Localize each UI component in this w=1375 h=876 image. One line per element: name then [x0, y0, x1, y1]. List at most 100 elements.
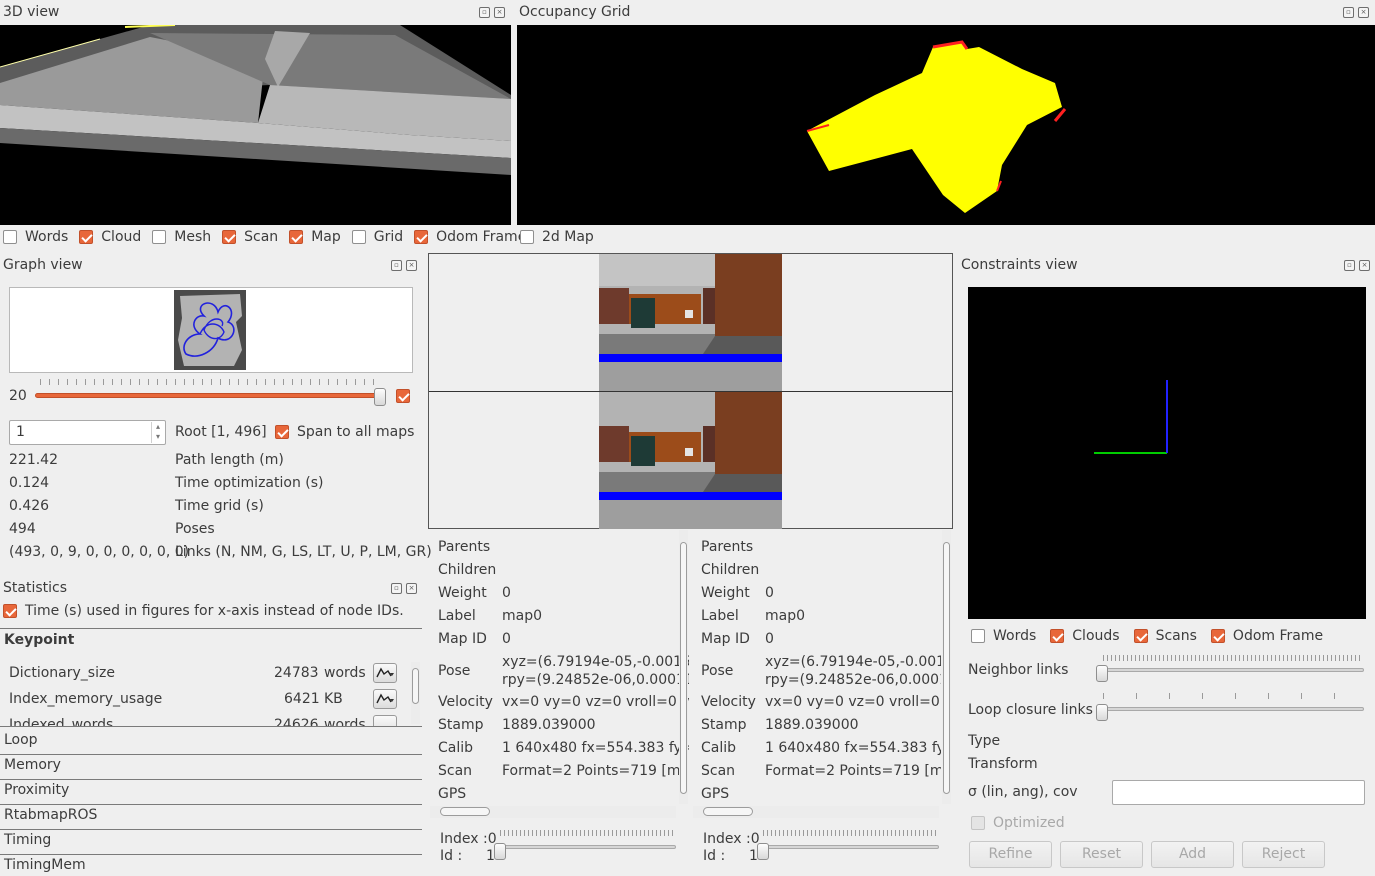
close-icon[interactable]: × [1358, 7, 1369, 18]
refine-button[interactable]: Refine [969, 841, 1052, 868]
occupancy-map [806, 40, 1067, 213]
float-icon[interactable]: ▫ [479, 7, 490, 18]
map-checkbox[interactable] [289, 230, 304, 244]
time-axis-checkbox[interactable] [3, 604, 17, 618]
index-slider-left-handle[interactable] [494, 843, 506, 860]
section-timing[interactable]: Timing [0, 830, 422, 855]
reject-button[interactable]: Reject [1242, 841, 1325, 868]
float-icon[interactable]: ▫ [391, 260, 402, 271]
graph-slider-handle[interactable] [374, 388, 386, 406]
c-scans-checkbox[interactable] [1133, 629, 1148, 643]
scan-checkbox[interactable] [222, 230, 237, 244]
node-info-right: Parents Children Weight 0 Label map0 Map… [693, 530, 941, 820]
plot-icon [376, 693, 394, 704]
section-loop[interactable]: Loop [0, 730, 422, 755]
cloud-checkbox[interactable] [79, 230, 94, 244]
field-value: rpy=(9.24852e-06,0.00011 [502, 672, 689, 688]
loop-closure-slider[interactable] [1097, 707, 1364, 711]
plot-button[interactable] [373, 715, 397, 726]
scrollbar-thumb[interactable] [440, 807, 490, 816]
constraints-render [1094, 380, 1168, 454]
occupancy-canvas[interactable] [517, 25, 1375, 225]
loop-closure-label: Loop closure links [968, 702, 1093, 718]
reset-button[interactable]: Reset [1060, 841, 1143, 868]
stat-name: Indexed_words [9, 717, 114, 726]
section-timingmem[interactable]: TimingMem [0, 855, 422, 876]
c-clouds-checkbox[interactable] [1050, 629, 1065, 643]
sigma-field[interactable] [1112, 780, 1365, 805]
scrollbar-thumb[interactable] [680, 542, 687, 794]
graph-slider-track[interactable] [35, 393, 385, 398]
sigma-label: σ (lin, ang), cov [968, 784, 1078, 800]
add-button[interactable]: Add [1151, 841, 1234, 868]
field-value: vx=0 vy=0 vz=0 vroll=0 vpi [502, 694, 689, 710]
map2d-checkbox[interactable] [520, 230, 534, 244]
statistics-dock-buttons: ▫ × [391, 583, 417, 594]
stat-unit: words [324, 665, 366, 681]
index-slider-right[interactable] [759, 845, 939, 849]
neighbor-links-slider[interactable] [1097, 668, 1364, 672]
statistics-title: Statistics [3, 580, 67, 596]
section-memory[interactable]: Memory [0, 755, 422, 780]
camera-image-bottom[interactable] [599, 392, 782, 529]
field-value: map0 [502, 608, 543, 624]
scrollbar-thumb[interactable] [412, 668, 419, 704]
c-words-checkbox[interactable] [971, 629, 985, 643]
view3d-canvas[interactable] [0, 24, 511, 225]
c-odom-frame-checkbox[interactable] [1210, 629, 1225, 643]
optimized-checkbox[interactable] [971, 816, 985, 830]
spin-arrows-icon[interactable]: ▴ ▾ [151, 422, 164, 443]
keypoint-section-header[interactable]: Keypoint [4, 632, 74, 648]
span-all-maps-checkbox[interactable] [275, 425, 289, 439]
float-icon[interactable]: ▫ [1343, 7, 1354, 18]
constraints-canvas[interactable] [968, 287, 1366, 619]
words-checkbox[interactable] [3, 230, 17, 244]
field-key: Label [701, 608, 739, 624]
c-odom-frame-label: Odom Frame [1232, 628, 1324, 644]
close-icon[interactable]: × [406, 583, 417, 594]
mesh-checkbox[interactable] [152, 230, 167, 244]
field-key: Velocity [701, 694, 756, 710]
float-icon[interactable]: ▫ [391, 583, 402, 594]
close-icon[interactable]: × [1359, 260, 1370, 271]
graph-canvas[interactable] [9, 287, 413, 373]
scrollbar-thumb[interactable] [703, 807, 753, 816]
keypoint-scrollbar[interactable] [411, 662, 420, 724]
odom-frame-checkbox[interactable] [414, 230, 429, 244]
time-optimization-value: 0.124 [9, 475, 50, 491]
index-slider-right-handle[interactable] [757, 843, 769, 860]
neighbor-links-handle[interactable] [1096, 665, 1108, 682]
loop-closure-handle[interactable] [1096, 704, 1108, 721]
scrollbar-thumb[interactable] [943, 542, 950, 794]
section-rtabmapros[interactable]: RtabmapROS [0, 805, 422, 830]
close-icon[interactable]: × [494, 7, 505, 18]
float-icon[interactable]: ▫ [1344, 260, 1355, 271]
field-key: Weight [438, 585, 487, 601]
field-key: Map ID [701, 631, 750, 647]
view3d-options: Words Cloud Mesh Scan Map Grid Odom Fram… [3, 229, 537, 245]
plot-button[interactable] [373, 689, 397, 709]
camera-image-top[interactable] [599, 254, 782, 391]
map-label: Map [311, 229, 341, 245]
grid-checkbox[interactable] [351, 230, 366, 244]
field-value: xyz=(6.79194e-05,-0.0015 [502, 654, 689, 670]
mesh-label: Mesh [174, 229, 212, 245]
plot-button[interactable] [373, 663, 397, 683]
graph-slider-checkbox[interactable] [396, 389, 410, 403]
node-info-left-hscroll[interactable] [430, 806, 676, 818]
links-label: Links (N, NM, G, LS, LT, U, P, LM, GR) [175, 544, 432, 560]
index-slider-left[interactable] [496, 845, 676, 849]
c-scans-label: Scans [1155, 628, 1197, 644]
node-info-left-vscroll[interactable] [679, 530, 688, 804]
field-key: Weight [701, 585, 750, 601]
view3d-title: 3D view [3, 4, 60, 20]
section-proximity[interactable]: Proximity [0, 780, 422, 805]
node-info-right-hscroll[interactable] [693, 806, 939, 818]
poses-label: Poses [175, 521, 215, 537]
root-id-spinbox[interactable]: 1 ▴ ▾ [9, 420, 166, 445]
node-info-right-vscroll[interactable] [942, 530, 951, 804]
occupancy-options: 2d Map [520, 229, 605, 245]
optimized-option: Optimized [971, 815, 1065, 831]
close-icon[interactable]: × [406, 260, 417, 271]
index-label-left: Index :0 [440, 831, 497, 847]
